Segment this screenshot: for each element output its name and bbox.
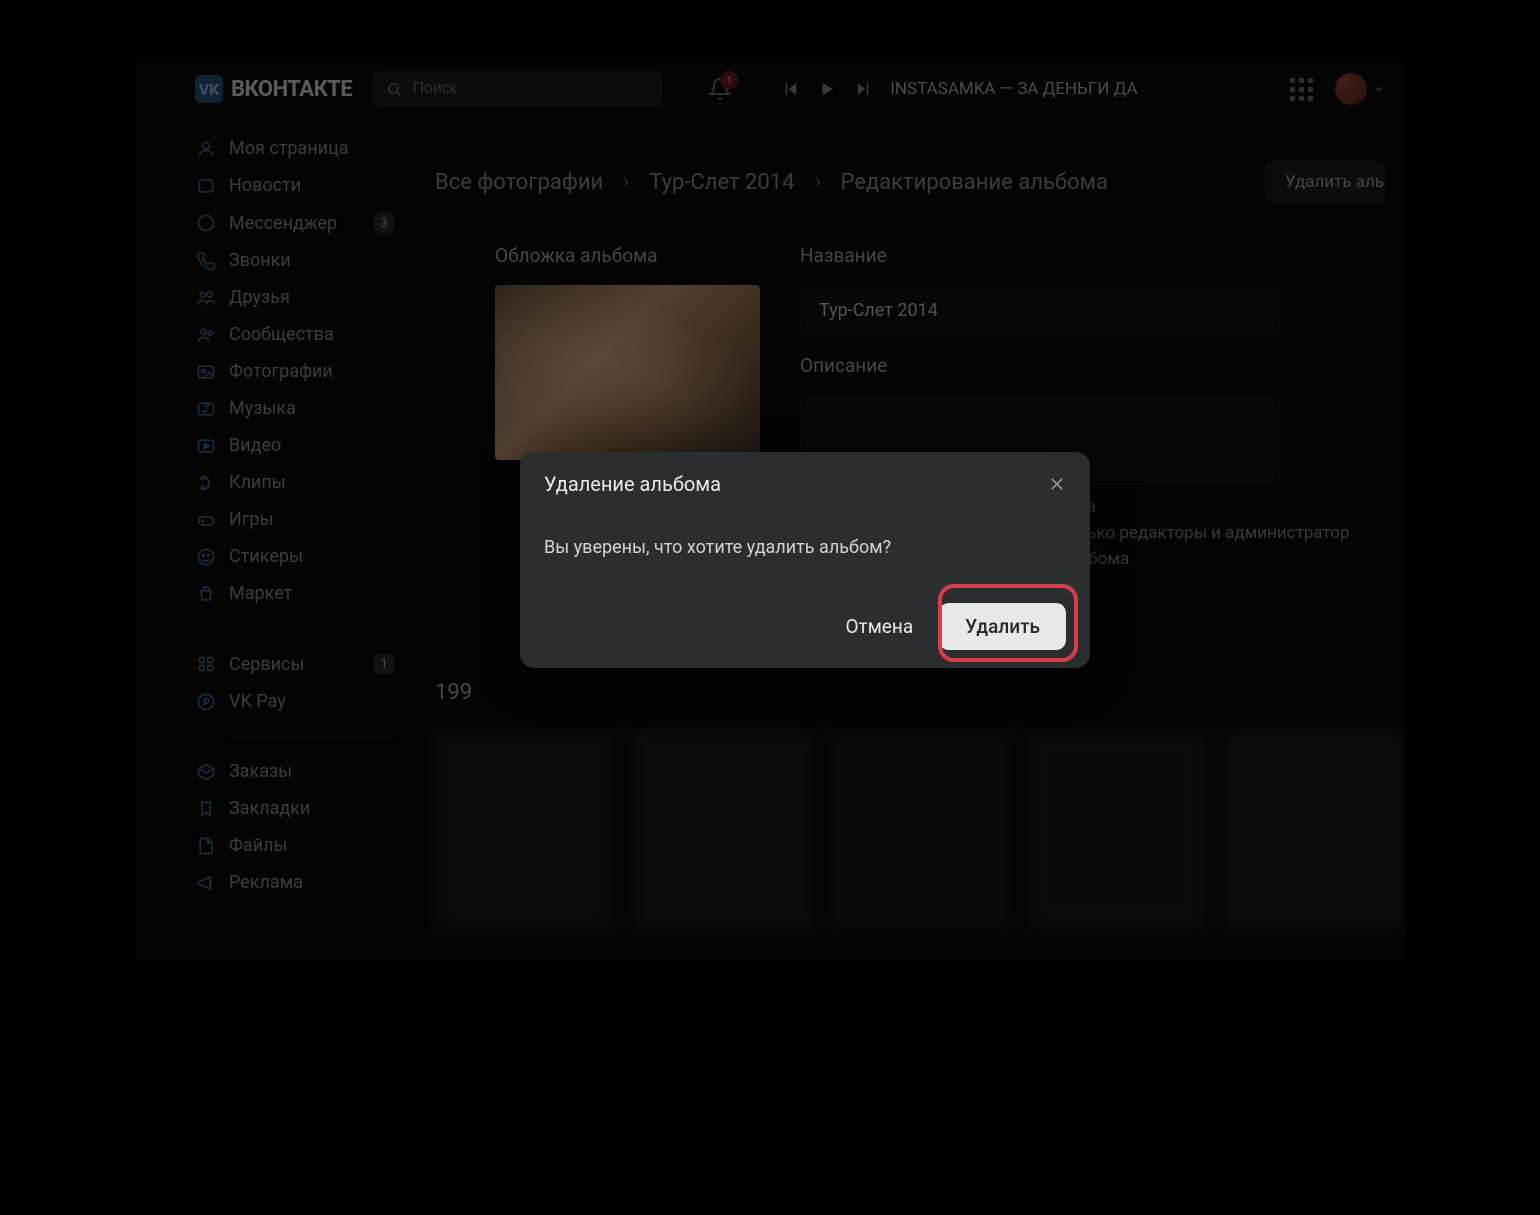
cancel-button[interactable]: Отмена [845, 615, 913, 638]
modal-body-text: Вы уверены, что хотите удалить альбом? [520, 516, 1090, 585]
modal-close-button[interactable] [1048, 475, 1066, 493]
modal-title: Удаление альбома [544, 472, 721, 496]
confirm-delete-button[interactable]: Удалить [939, 603, 1066, 650]
close-icon [1048, 475, 1066, 493]
delete-album-modal: Удаление альбома Вы уверены, что хотите … [520, 452, 1090, 668]
app-window: VK ВКОНТАКТЕ 1 INSTASAMKA — ЗА ДЕНЬГИ ДА [135, 60, 1405, 960]
